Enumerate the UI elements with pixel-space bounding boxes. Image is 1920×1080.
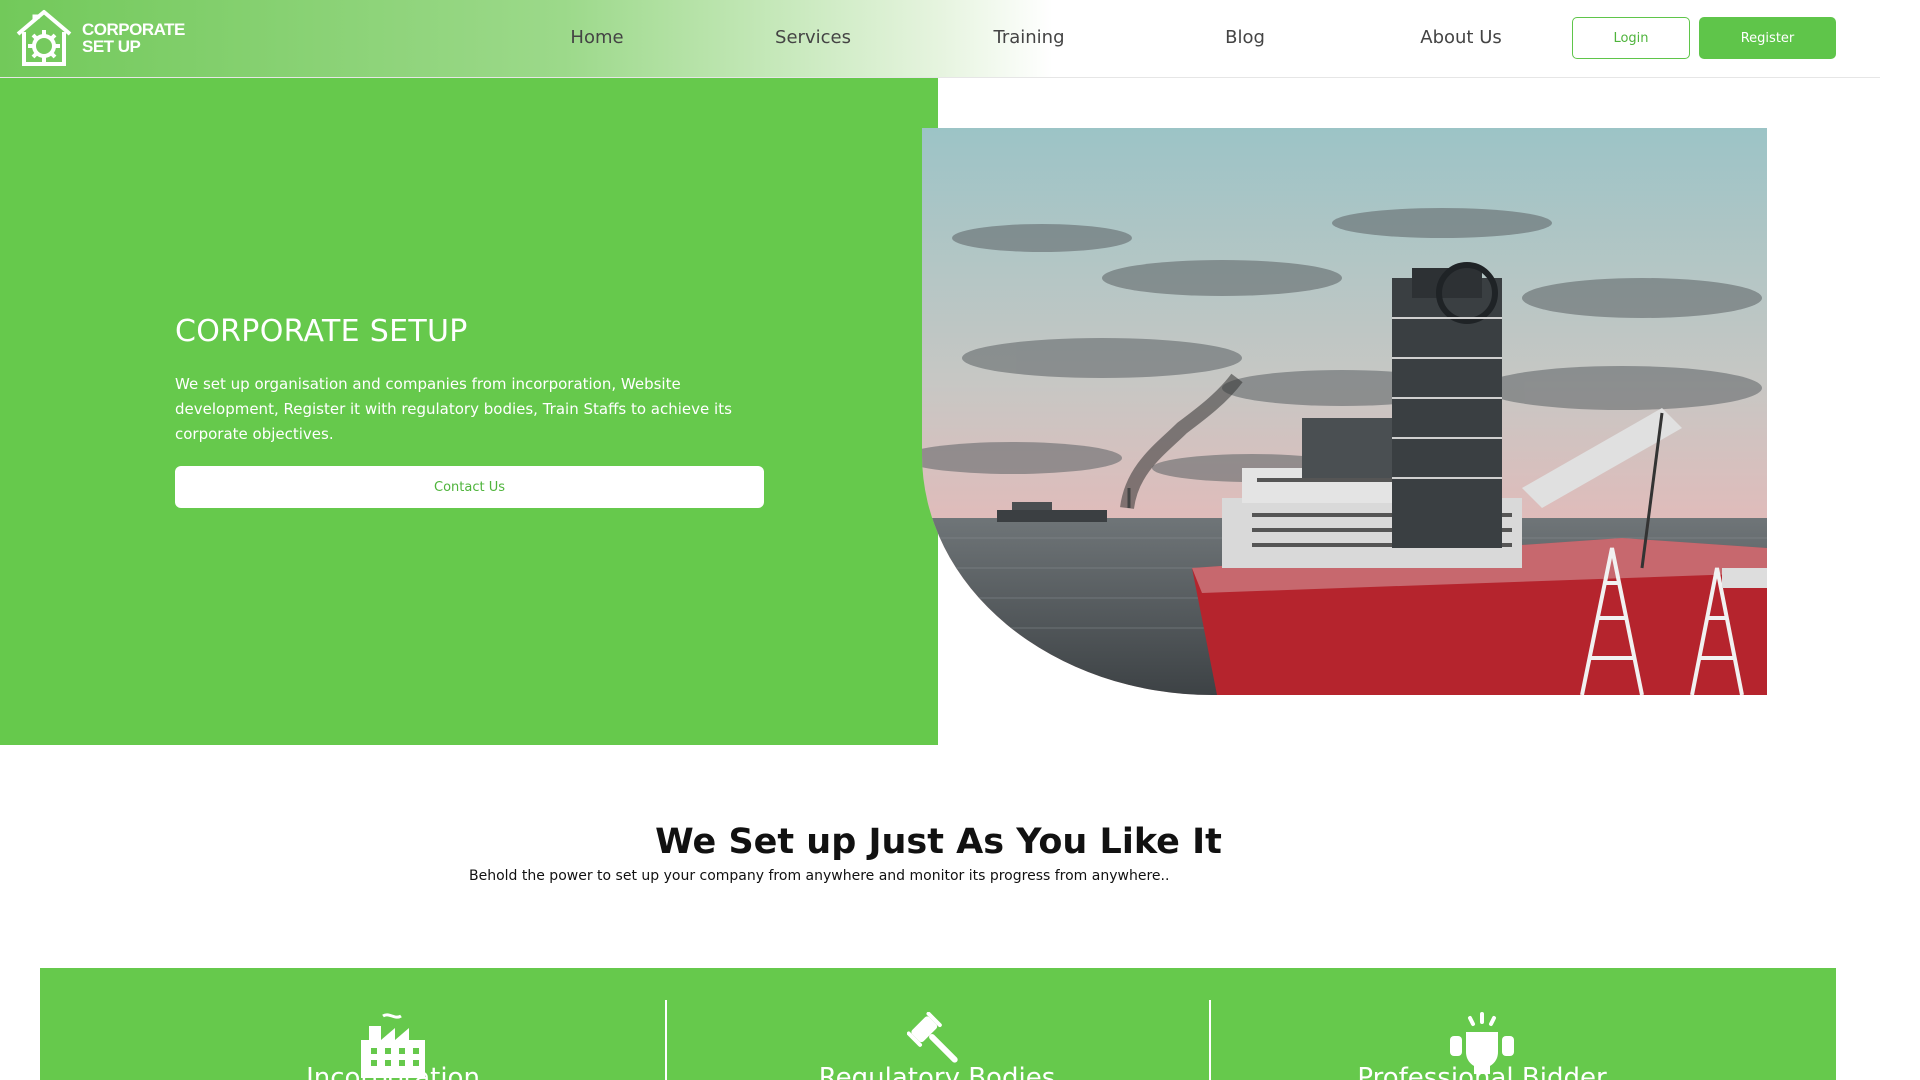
feature-label: Regulatory Bodies <box>818 1063 1056 1080</box>
brand-logo[interactable]: CORPORATE SET UP <box>12 8 185 68</box>
nav-link-home[interactable]: Home <box>570 27 623 48</box>
feature-label: Professional Bidder <box>1357 1063 1607 1080</box>
section-title: We Set up Just As You Like It <box>655 822 1222 862</box>
brand-line-2: SET UP <box>82 37 141 56</box>
feature-divider <box>665 1000 667 1080</box>
hero-ship-image <box>922 128 1767 695</box>
nav-link-services[interactable]: Services <box>775 27 851 48</box>
nav-link-blog[interactable]: Blog <box>1225 27 1265 48</box>
register-button[interactable]: Register <box>1699 17 1836 59</box>
feature-label: Incorporation <box>306 1063 480 1080</box>
features-strip: Incorporation Regulatory Bodies Professi <box>40 968 1836 1080</box>
nav-link-about-us[interactable]: About Us <box>1420 27 1502 48</box>
feature-divider <box>1209 1000 1211 1080</box>
brand-text: CORPORATE SET UP <box>82 21 185 55</box>
top-navbar: CORPORATE SET UP Home Services Training … <box>0 0 1880 78</box>
brand-line-1: CORPORATE <box>82 20 185 39</box>
nav-link-training[interactable]: Training <box>993 27 1064 48</box>
offshore-vessel-illustration <box>922 128 1767 695</box>
login-button[interactable]: Login <box>1572 17 1690 59</box>
house-gear-logo-icon <box>16 10 72 66</box>
hero-description: We set up organisation and companies fro… <box>175 375 732 443</box>
section-subtitle: Behold the power to set up your company … <box>469 868 1170 884</box>
hero-title: CORPORATE SETUP <box>175 314 468 349</box>
contact-us-button[interactable]: Contact Us <box>175 466 764 508</box>
